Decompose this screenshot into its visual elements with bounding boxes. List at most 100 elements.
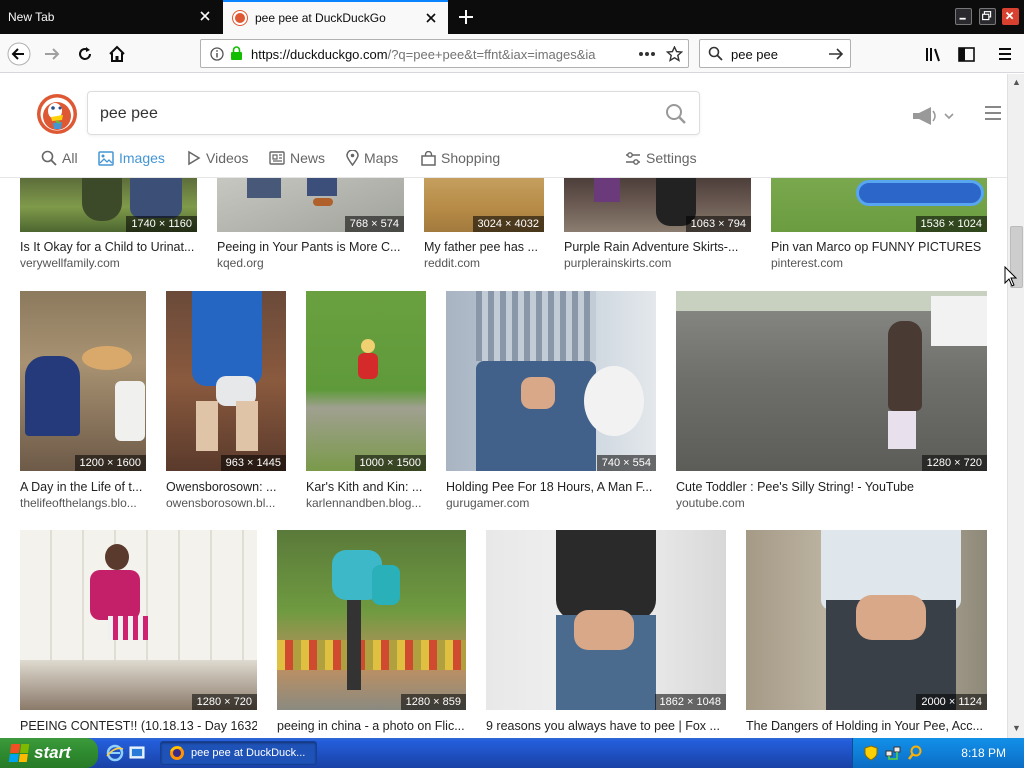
search-box[interactable]: pee pee	[87, 91, 700, 135]
result-title[interactable]: peeing in china - a photo on Flic...	[277, 719, 466, 733]
duckduckgo-logo-icon[interactable]	[36, 93, 78, 135]
result-thumbnail[interactable]: 1280 × 720	[20, 530, 257, 710]
scroll-up-arrow-icon[interactable]: ▲	[1010, 76, 1023, 89]
image-result[interactable]: 1280 × 720 Cute Toddler : Pee's Silly St…	[676, 291, 987, 513]
taskbar-firefox-window[interactable]: pee pee at DuckDuck...	[160, 741, 317, 765]
image-result[interactable]: 1280 × 720 PEEING CONTEST!! (10.18.13 - …	[20, 530, 257, 738]
result-source[interactable]: thelifeofthelangs.blo...	[20, 496, 146, 510]
tab-images[interactable]: Images	[98, 150, 165, 180]
result-source[interactable]: karlennandben.blog...	[306, 496, 426, 510]
browser-search-bar[interactable]: pee pee	[699, 39, 851, 68]
image-result[interactable]: 1536 × 1024 Pin van Marco op FUNNY PICTU…	[771, 178, 987, 270]
image-result[interactable]: 1063 × 794 Purple Rain Adventure Skirts-…	[564, 178, 751, 270]
image-result[interactable]: 1740 × 1160 Is It Okay for a Child to Ur…	[20, 178, 197, 270]
result-thumbnail[interactable]: 1536 × 1024	[771, 178, 987, 232]
result-thumbnail[interactable]: 1280 × 720	[676, 291, 987, 471]
result-source[interactable]: kqed.org	[217, 256, 404, 270]
start-label: start	[34, 743, 71, 762]
result-thumbnail[interactable]: 740 × 554	[446, 291, 656, 471]
close-icon[interactable]	[198, 9, 212, 23]
image-result[interactable]: 1280 × 859 peeing in china - a photo on …	[277, 530, 466, 738]
result-source[interactable]: purplerainskirts.com	[564, 256, 751, 270]
result-source[interactable]: verywellfamily.com	[20, 256, 197, 270]
forward-button[interactable]	[40, 42, 64, 66]
network-icon[interactable]	[885, 745, 901, 761]
sidebar-button[interactable]	[954, 42, 978, 66]
ddg-menu-button[interactable]	[985, 106, 1001, 120]
tab-label: Shopping	[441, 150, 501, 166]
result-thumbnail[interactable]: 3024 × 4032	[424, 178, 544, 232]
url-bar[interactable]: https://duckduckgo.com/?q=pee+pee&t=ffnt…	[200, 39, 689, 68]
image-result[interactable]: 1862 × 1048 9 reasons you always have to…	[486, 530, 726, 738]
result-thumbnail[interactable]: 1740 × 1160	[20, 178, 197, 232]
search-icon[interactable]	[665, 103, 687, 125]
settings-button[interactable]: Settings	[625, 150, 697, 166]
library-button[interactable]	[922, 42, 946, 66]
info-icon[interactable]	[210, 47, 224, 61]
back-button[interactable]	[7, 42, 31, 66]
new-tab-plus-icon[interactable]	[455, 6, 477, 28]
search-input[interactable]: pee pee	[100, 105, 158, 123]
vertical-scrollbar[interactable]: ▲ ▼	[1007, 74, 1024, 738]
image-result[interactable]: 963 × 1445 Owensborosown: ... owensboros…	[166, 291, 286, 513]
search-icon[interactable]	[907, 745, 923, 761]
page-actions-ellipsis-icon[interactable]	[638, 51, 656, 57]
result-title[interactable]: The Dangers of Holding in Your Pee, Acc.…	[746, 719, 987, 733]
result-title[interactable]: Holding Pee For 18 Hours, A Man F...	[446, 480, 656, 494]
result-thumbnail[interactable]: 1862 × 1048	[486, 530, 726, 710]
result-thumbnail[interactable]: 1280 × 859	[277, 530, 466, 710]
internet-explorer-icon[interactable]	[106, 744, 124, 762]
tab-shopping[interactable]: Shopping	[421, 150, 500, 166]
tab-new-tab[interactable]: New Tab	[0, 0, 222, 34]
result-thumbnail[interactable]: 768 × 574	[217, 178, 404, 232]
result-title[interactable]: Peeing in Your Pants is More C...	[217, 240, 404, 254]
show-desktop-icon[interactable]	[128, 744, 146, 762]
result-thumbnail[interactable]: 1000 × 1500	[306, 291, 426, 471]
tab-videos[interactable]: Videos	[187, 150, 249, 166]
result-title[interactable]: Owensborosown: ...	[166, 480, 286, 494]
result-title[interactable]: My father pee has ...	[424, 240, 544, 254]
bookmark-star-icon[interactable]	[666, 46, 683, 62]
result-title[interactable]: 9 reasons you always have to pee | Fox .…	[486, 719, 726, 733]
close-icon[interactable]	[424, 11, 438, 25]
reload-button[interactable]	[73, 42, 97, 66]
result-title[interactable]: A Day in the Life of t...	[20, 480, 146, 494]
result-source[interactable]: reddit.com	[424, 256, 544, 270]
result-title[interactable]: Purple Rain Adventure Skirts-...	[564, 240, 751, 254]
tab-maps[interactable]: Maps	[346, 150, 398, 166]
result-source[interactable]: pinterest.com	[771, 256, 987, 270]
go-arrow-icon[interactable]	[828, 47, 844, 61]
image-result[interactable]: 2000 × 1124 The Dangers of Holding in Yo…	[746, 530, 987, 738]
image-result[interactable]: 1000 × 1500 Kar's Kith and Kin: ... karl…	[306, 291, 426, 513]
image-result[interactable]: 3024 × 4032 My father pee has ... reddit…	[424, 178, 544, 270]
home-button[interactable]	[105, 42, 129, 66]
result-source[interactable]: gurugamer.com	[446, 496, 656, 510]
result-source[interactable]: owensborosown.bl...	[166, 496, 286, 510]
result-title[interactable]: PEEING CONTEST!! (10.18.13 - Day 1632)..…	[20, 719, 257, 733]
result-thumbnail[interactable]: 1200 × 1600	[20, 291, 146, 471]
tab-all[interactable]: All	[41, 150, 78, 166]
start-button[interactable]: start	[0, 738, 98, 768]
result-source[interactable]: youtube.com	[676, 496, 987, 510]
image-result[interactable]: 1200 × 1600 A Day in the Life of t... th…	[20, 291, 146, 513]
restore-button[interactable]	[979, 8, 996, 25]
url-text[interactable]: https://duckduckgo.com/?q=pee+pee&t=ffnt…	[251, 47, 601, 62]
tab-news[interactable]: News	[269, 150, 325, 166]
result-title[interactable]: Kar's Kith and Kin: ...	[306, 480, 426, 494]
result-title[interactable]: Pin van Marco op FUNNY PICTURES	[771, 240, 987, 254]
security-shield-icon[interactable]	[863, 745, 879, 761]
result-title[interactable]: Cute Toddler : Pee's Silly String! - You…	[676, 480, 987, 494]
scroll-down-arrow-icon[interactable]: ▼	[1010, 722, 1023, 735]
tab-duckduckgo[interactable]: pee pee at DuckDuckGo	[223, 0, 448, 34]
image-result[interactable]: 768 × 574 Peeing in Your Pants is More C…	[217, 178, 404, 270]
window-close-button[interactable]	[1002, 8, 1019, 25]
result-thumbnail[interactable]: 1063 × 794	[564, 178, 751, 232]
result-title[interactable]: Is It Okay for a Child to Urinat...	[20, 240, 197, 254]
minimize-button[interactable]	[955, 8, 972, 25]
result-thumbnail[interactable]: 2000 × 1124	[746, 530, 987, 710]
app-menu-button[interactable]	[993, 42, 1017, 66]
lock-icon[interactable]	[230, 46, 243, 61]
image-result[interactable]: 740 × 554 Holding Pee For 18 Hours, A Ma…	[446, 291, 656, 513]
megaphone-icon[interactable]	[911, 106, 955, 126]
result-thumbnail[interactable]: 963 × 1445	[166, 291, 286, 471]
